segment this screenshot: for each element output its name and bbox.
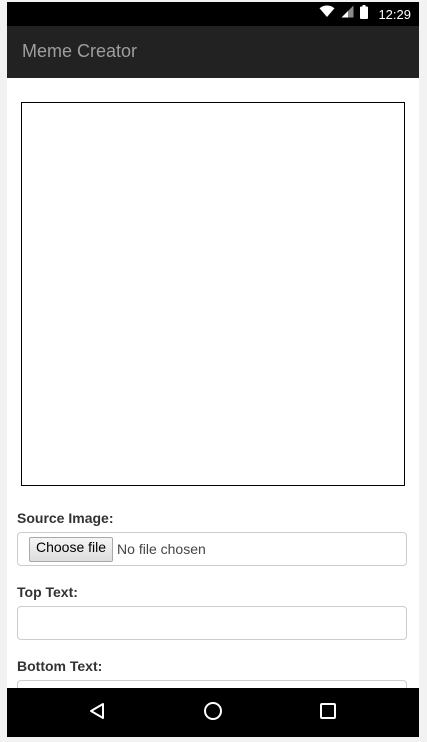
home-icon bbox=[203, 701, 223, 726]
choose-file-button[interactable]: Choose file bbox=[29, 536, 114, 562]
status-bar: 12:29 bbox=[7, 2, 419, 26]
source-image-label: Source Image: bbox=[17, 510, 114, 526]
file-picker[interactable]: Choose file No file chosen bbox=[18, 533, 406, 565]
bottom-text-input[interactable] bbox=[17, 680, 407, 688]
file-status: No file chosen bbox=[117, 541, 206, 557]
status-time: 12:29 bbox=[378, 6, 411, 22]
app-bar: Meme Creator bbox=[7, 26, 419, 78]
nav-bar bbox=[7, 688, 419, 737]
recents-icon bbox=[319, 702, 337, 725]
back-icon bbox=[88, 702, 106, 725]
meme-form[interactable]: Source Image: Choose file No file chosen… bbox=[7, 78, 419, 688]
battery-icon bbox=[360, 4, 369, 24]
bottom-text-label: Bottom Text: bbox=[17, 658, 103, 674]
top-text-label: Top Text: bbox=[17, 584, 78, 600]
meme-canvas[interactable] bbox=[21, 102, 405, 486]
home-button[interactable] bbox=[200, 700, 226, 726]
recents-button[interactable] bbox=[315, 700, 341, 726]
source-image-field[interactable]: Choose file No file chosen bbox=[17, 532, 407, 566]
wifi-icon bbox=[319, 5, 335, 23]
signal-icon bbox=[341, 5, 354, 23]
back-button[interactable] bbox=[84, 700, 110, 726]
app-title: Meme Creator bbox=[22, 41, 138, 61]
top-text-input[interactable] bbox=[17, 606, 407, 640]
screen: 12:29 Meme Creator Source Image: Choose … bbox=[0, 0, 427, 742]
device-screen: 12:29 Meme Creator Source Image: Choose … bbox=[7, 2, 419, 737]
status-icons: 12:29 bbox=[319, 2, 411, 26]
